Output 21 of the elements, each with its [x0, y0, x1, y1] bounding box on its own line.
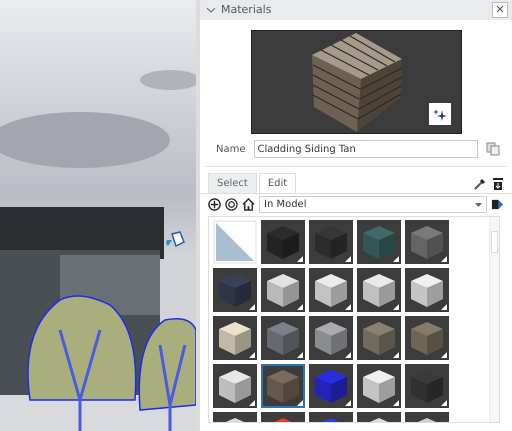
add-circle-icon[interactable] — [208, 198, 221, 212]
name-field[interactable]: Cladding Siding Tan — [254, 140, 478, 158]
caret-icon — [475, 202, 482, 207]
paint-bucket-icon — [164, 228, 186, 250]
close-button[interactable] — [492, 2, 508, 18]
panel-title: Materials — [221, 2, 272, 18]
collection-dropdown[interactable]: In Model — [259, 196, 487, 214]
duplicate-icon[interactable] — [486, 142, 500, 156]
home-icon[interactable] — [242, 198, 255, 212]
name-label: Name — [216, 142, 246, 157]
eyedropper-icon[interactable] — [473, 176, 487, 191]
scrollbar[interactable] — [489, 217, 499, 422]
download-icon[interactable] — [492, 176, 504, 191]
chevron-down-icon[interactable] — [206, 6, 216, 14]
tab[interactable]: Select — [208, 173, 257, 194]
3d-viewport-drawing[interactable] — [0, 0, 196, 431]
close-icon — [496, 5, 504, 14]
target-icon[interactable] — [225, 198, 238, 212]
sparkle-button[interactable] — [428, 103, 450, 126]
tab[interactable]: Edit — [258, 173, 296, 194]
details-arrow-icon[interactable] — [491, 198, 504, 212]
